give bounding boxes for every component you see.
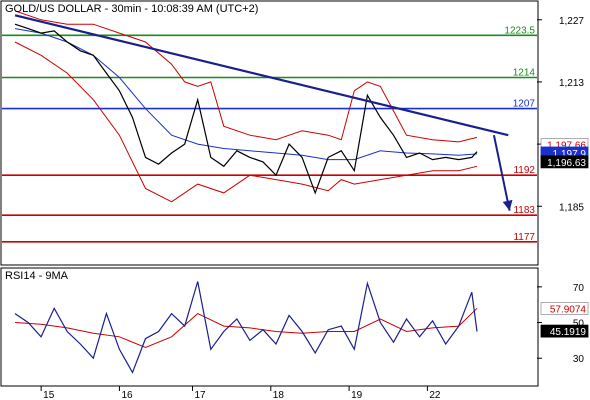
xtick-label-1: 16 [121,390,133,400]
xtick-label-3: 18 [273,390,285,400]
level-label-3: 1192 [513,165,535,176]
price-box-label-2: 1,196.63 [547,158,586,169]
rsi-box-label-0: 57.9074 [550,304,587,315]
xtick-label-2: 17 [195,390,207,400]
xtick-label-4: 19 [351,390,363,400]
xtick-label-5: 22 [429,390,441,400]
gold-usd-chart: 1223.5 1214 1207 1192 1183 1177 1,227 1,213 1,1… [0,0,590,400]
price-ytick-label-1: 1,213 [559,78,584,89]
rsi-panel-title: RSI14 - 9MA [5,270,69,282]
rsi-box-label-1: 45.1919 [550,327,587,338]
level-label-5: 1177 [513,232,535,243]
xtick-label-0: 15 [43,390,55,400]
rsi-ytick-label-0: 70 [573,283,585,294]
level-label-4: 1183 [513,205,535,216]
price-ytick-label-3: 1,185 [559,202,584,213]
level-label-2: 1207 [513,99,536,110]
chart-title: GOLD/US DOLLAR - 30min - 10:08:39 AM (UT… [5,3,258,15]
level-label-1: 1214 [513,67,536,78]
rsi-ytick-label-2: 30 [573,354,585,365]
chart-background [0,0,590,400]
level-label-0: 1223.5 [504,25,535,36]
price-ytick-label-0: 1,227 [559,16,584,27]
